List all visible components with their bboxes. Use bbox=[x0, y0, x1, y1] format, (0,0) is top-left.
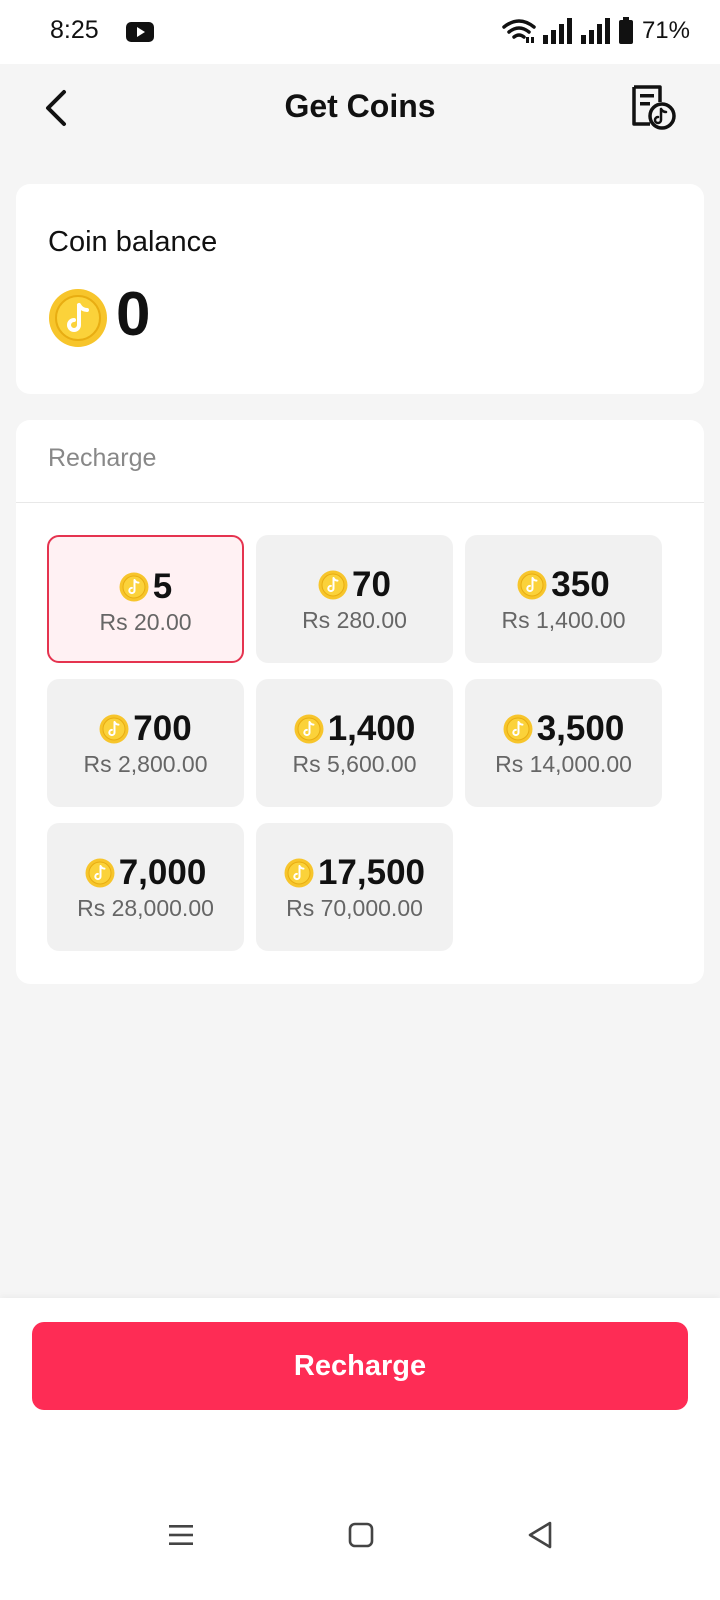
bottom-action-area: Recharge bbox=[0, 1298, 720, 1600]
coin-amount: 350 bbox=[551, 565, 610, 604]
coin-price: Rs 5,600.00 bbox=[292, 751, 417, 777]
system-nav-bar bbox=[0, 1480, 720, 1600]
page-title: Get Coins bbox=[284, 88, 436, 124]
battery-percent: 71% bbox=[641, 17, 690, 44]
coin-price: Rs 20.00 bbox=[99, 609, 192, 635]
coin-balance-card: Coin balance 0 bbox=[16, 184, 704, 394]
coin-price: Rs 14,000.00 bbox=[495, 751, 632, 777]
coin-amount: 7,000 bbox=[118, 853, 207, 892]
coin-package-tile[interactable]: 3,500 Rs 14,000.00 bbox=[465, 679, 662, 807]
status-time: 8:25 bbox=[50, 16, 99, 44]
coin-icon bbox=[48, 288, 108, 348]
recharge-section-label: Recharge bbox=[48, 444, 157, 472]
coin-package-tile[interactable]: 1,400 Rs 5,600.00 bbox=[256, 679, 453, 807]
signal-icon bbox=[542, 17, 574, 45]
coin-package-tile[interactable]: 17,500 Rs 70,000.00 bbox=[256, 823, 453, 951]
coin-package-tile[interactable]: 7,000 Rs 28,000.00 bbox=[47, 823, 244, 951]
coin-package-tile[interactable]: 700 Rs 2,800.00 bbox=[47, 679, 244, 807]
status-icons: 71% bbox=[502, 14, 690, 48]
coin-icon bbox=[119, 572, 149, 602]
coin-price: Rs 1,400.00 bbox=[501, 607, 626, 633]
divider bbox=[16, 502, 704, 503]
coin-amount: 700 bbox=[133, 709, 192, 748]
coin-icon bbox=[99, 714, 129, 744]
coin-icon bbox=[503, 714, 533, 744]
status-bar: 8:25 71% bbox=[0, 0, 720, 64]
coin-icon bbox=[294, 714, 324, 744]
coin-package-tile[interactable]: 70 Rs 280.00 bbox=[256, 535, 453, 663]
coin-package-tile[interactable]: 5 Rs 20.00 bbox=[47, 535, 244, 663]
recharge-card: Recharge 5 Rs 20.00 70 Rs 280.00 350 Rs … bbox=[16, 420, 704, 984]
home-icon[interactable] bbox=[348, 1522, 374, 1548]
youtube-icon bbox=[126, 22, 154, 42]
coin-icon bbox=[85, 858, 115, 888]
coin-icon bbox=[517, 570, 547, 600]
coin-price: Rs 2,800.00 bbox=[83, 751, 208, 777]
coin-balance-label: Coin balance bbox=[48, 226, 218, 258]
wifi-icon bbox=[502, 17, 536, 45]
coin-amount: 17,500 bbox=[317, 853, 426, 892]
coin-icon bbox=[284, 858, 314, 888]
recharge-button[interactable]: Recharge bbox=[32, 1322, 688, 1410]
coin-package-tile[interactable]: 350 Rs 1,400.00 bbox=[465, 535, 662, 663]
coin-balance-value: 0 bbox=[116, 280, 151, 349]
battery-icon bbox=[618, 17, 634, 45]
coin-price: Rs 280.00 bbox=[302, 607, 407, 633]
menu-icon[interactable] bbox=[168, 1522, 194, 1548]
transaction-history-icon[interactable] bbox=[630, 84, 676, 130]
coin-amount: 70 bbox=[352, 565, 391, 604]
coin-amount: 1,400 bbox=[327, 709, 416, 748]
back-triangle-icon[interactable] bbox=[526, 1520, 554, 1550]
signal-icon-2 bbox=[580, 17, 612, 45]
coin-amount: 5 bbox=[152, 567, 173, 606]
coin-icon bbox=[318, 570, 348, 600]
coin-price: Rs 70,000.00 bbox=[286, 895, 423, 921]
coin-price: Rs 28,000.00 bbox=[77, 895, 214, 921]
header: Get Coins bbox=[0, 64, 720, 174]
coin-amount: 3,500 bbox=[536, 709, 625, 748]
